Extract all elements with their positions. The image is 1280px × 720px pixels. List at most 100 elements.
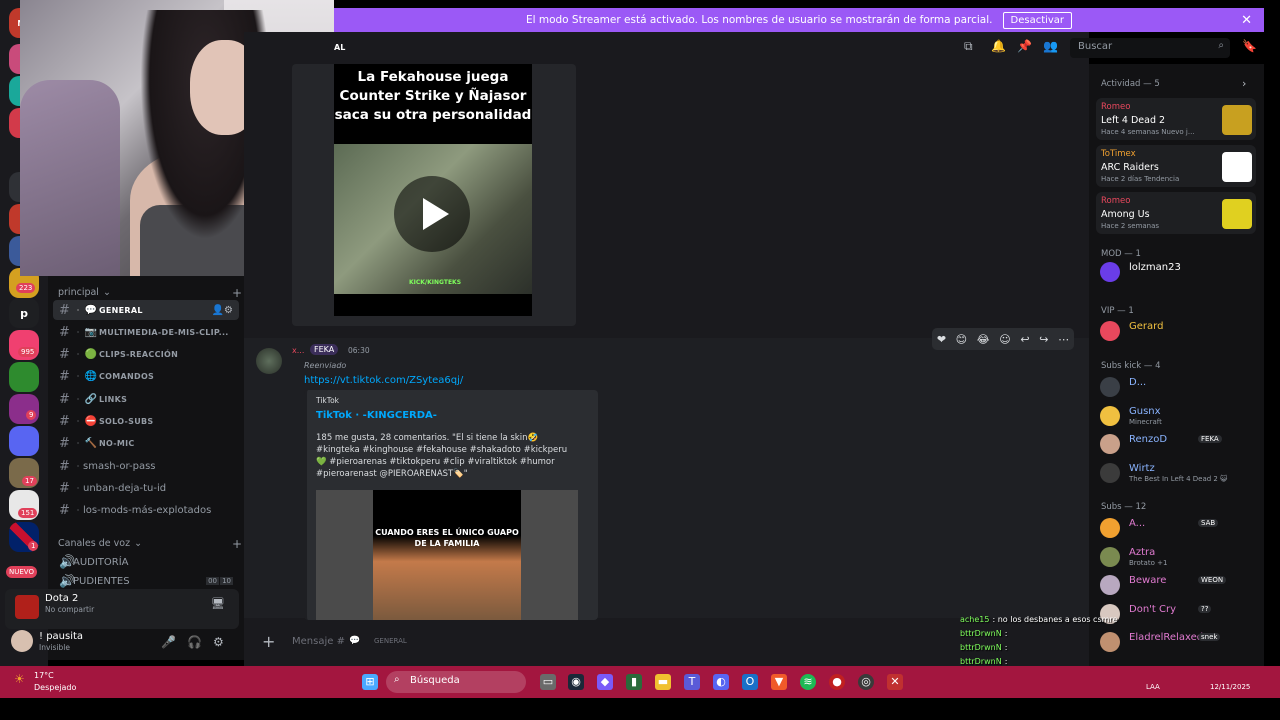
chevron-right-icon[interactable]: › — [1242, 77, 1246, 90]
forward-icon[interactable]: ↪ — [1039, 333, 1048, 346]
folder-icon[interactable]: ▬ — [655, 674, 671, 690]
channel-item[interactable]: # · 🟢 clips-reacción — [53, 345, 239, 365]
avatar[interactable] — [1100, 405, 1120, 426]
member-item[interactable]: Wirtz The Best In Left 4 Dead 2 😺 — [1098, 460, 1258, 486]
headphones-icon[interactable]: 🎧 — [187, 635, 202, 649]
member-item[interactable]: A... SAB — [1098, 515, 1258, 541]
activity-user[interactable]: ToTimex — [1101, 149, 1136, 159]
message-composer[interactable]: + Mensaje # 💬 GENERAL — [252, 624, 1082, 658]
steam-icon[interactable]: ◉ — [568, 674, 584, 690]
plus-icon[interactable]: + — [262, 632, 275, 651]
avatar[interactable] — [1100, 518, 1120, 538]
avatar[interactable] — [1100, 262, 1120, 282]
kick-subs-header: Subs kick — 4 — [1101, 361, 1161, 371]
spotify-icon[interactable]: ≋ — [800, 674, 816, 690]
screen-share-icon[interactable]: 🖥 — [211, 597, 225, 610]
add-channel-icon[interactable]: + — [232, 537, 242, 551]
add-reaction-icon[interactable]: ☺ — [999, 333, 1010, 346]
activity-card[interactable]: ToTimex ARC Raiders Hace 2 días Tendencia — [1096, 145, 1256, 187]
task-view-icon[interactable]: ▭ — [540, 674, 556, 690]
avatar[interactable] — [1100, 321, 1120, 341]
search-input[interactable]: Buscar ⌕ — [1070, 38, 1230, 58]
member-item[interactable]: RenzoD FEKA — [1098, 431, 1258, 457]
avatar[interactable] — [1100, 377, 1120, 397]
avatar[interactable] — [1100, 434, 1120, 454]
heart-reaction-icon[interactable]: ❤ — [937, 333, 946, 346]
mic-icon[interactable]: 🎤 — [161, 635, 176, 649]
member-item[interactable]: Aztra Brotato +1 — [1098, 544, 1258, 570]
unread-badge: 17 — [22, 476, 37, 486]
keyboard-layout[interactable]: LAA — [1146, 683, 1160, 691]
channel-item[interactable]: # · smash-or-pass — [53, 456, 239, 476]
add-channel-icon[interactable]: + — [232, 286, 242, 300]
outlook-icon[interactable]: O — [742, 674, 758, 690]
member-item[interactable]: Beware WEON — [1098, 572, 1258, 598]
avatar[interactable] — [11, 630, 33, 652]
server-icon[interactable] — [9, 394, 39, 424]
emoji-reaction-icon[interactable]: 😂 — [977, 333, 990, 346]
members-icon[interactable]: 👥 — [1043, 39, 1058, 53]
teams-icon[interactable]: T — [684, 674, 700, 690]
more-icon[interactable]: ⋯ — [1058, 333, 1069, 346]
app-icon[interactable]: ◆ — [597, 674, 613, 690]
deactivate-button[interactable]: Desactivar — [1002, 11, 1073, 29]
chat-user: ache15 — [960, 614, 990, 624]
inbox-icon[interactable]: 🔖 — [1242, 39, 1257, 53]
voice-channel[interactable]: 🔊 AUDITORÍA — [53, 552, 239, 572]
video-embed[interactable]: La Fekahouse juega Counter Strike y Ñaja… — [292, 64, 576, 326]
obs-icon[interactable]: ◎ — [858, 674, 874, 690]
channel-item[interactable]: # · 📷 multimedia-de-mis-clip... — [53, 322, 239, 342]
member-item[interactable]: Gusnx Minecraft — [1098, 403, 1258, 429]
app-icon[interactable]: ▮ — [626, 674, 642, 690]
server-icon[interactable] — [9, 426, 39, 456]
member-item[interactable]: lolzman23 — [1098, 259, 1258, 285]
channel-item[interactable]: # · unban-deja-tu-id — [53, 478, 239, 498]
server-icon-p[interactable]: p — [9, 298, 39, 328]
bell-icon[interactable]: 🔔 — [991, 39, 1006, 53]
channel-item[interactable]: # · los-mods-más-explotados — [53, 501, 239, 521]
voice-channel[interactable]: 🔊 PUDIENTES 00 10 — [53, 574, 239, 588]
discord-icon[interactable]: ◐ — [713, 674, 729, 690]
avatar[interactable] — [1100, 575, 1120, 595]
embed-thumbnail[interactable]: CUANDO ERES EL ÚNICO GUAPO DE LA FAMILIA — [316, 490, 578, 620]
app-icon[interactable]: ● — [829, 674, 845, 690]
channel-label: unban-deja-tu-id — [83, 482, 167, 494]
channel-item[interactable]: # · 💬 general 👤⚙ — [53, 300, 239, 320]
channel-item[interactable]: # · 🔗 links — [53, 389, 239, 409]
category-principal[interactable]: principal ⌄ + — [58, 286, 242, 300]
message-link[interactable]: https://vt.tiktok.com/ZSytea6qj/ — [304, 375, 463, 386]
gear-icon[interactable]: ⚙ — [213, 635, 224, 649]
video-thumbnail[interactable]: La Fekahouse juega Counter Strike y Ñaja… — [334, 64, 532, 316]
channel-emoji-icon: 🟢 — [84, 349, 98, 361]
windows-start-icon[interactable]: ⊞ — [362, 674, 378, 690]
unread-badge: 223 — [16, 283, 36, 293]
brave-icon[interactable]: ▼ — [771, 674, 787, 690]
play-icon[interactable] — [394, 176, 470, 252]
creeper-server-icon[interactable] — [9, 362, 39, 392]
threads-icon[interactable]: ⧉ — [964, 39, 973, 54]
activity-card[interactable]: Romeo Among Us Hace 2 semanas — [1096, 192, 1256, 234]
app-icon[interactable]: ✕ — [887, 674, 903, 690]
emoji-reaction-icon[interactable]: 😊 — [956, 333, 967, 346]
channel-item[interactable]: # · 🌐 comandos — [53, 367, 239, 387]
member-item[interactable]: Gerard — [1098, 318, 1258, 344]
member-item[interactable]: D... — [1098, 374, 1258, 400]
username[interactable]: ! pausita — [39, 631, 83, 642]
avatar[interactable] — [1100, 462, 1120, 483]
pin-icon[interactable]: 📌 — [1017, 39, 1032, 53]
channel-item[interactable]: # · ⛔ solo-subs — [53, 412, 239, 432]
avatar[interactable] — [1100, 546, 1120, 567]
avatar[interactable] — [256, 348, 282, 374]
activity-user[interactable]: Romeo — [1101, 196, 1130, 206]
activity-user[interactable]: Romeo — [1101, 102, 1130, 112]
embed-title[interactable]: TikTok · -KINGCERDA- — [316, 410, 437, 421]
close-icon[interactable]: ✕ — [1241, 13, 1252, 28]
channel-item[interactable]: # · 🔨 no-mic — [53, 434, 239, 454]
taskbar-search[interactable]: ⌕ Búsqueda — [386, 671, 526, 693]
channel-settings-icon[interactable]: 👤⚙ — [212, 305, 233, 316]
message-author[interactable]: x... — [292, 346, 304, 355]
activity-card[interactable]: Romeo Left 4 Dead 2 Hace 4 semanas Nuevo j… — [1096, 98, 1256, 140]
category-voice[interactable]: Canales de voz ⌄ + — [58, 537, 242, 551]
reply-icon[interactable]: ↩ — [1020, 333, 1029, 346]
date[interactable]: 12/11/2025 — [1210, 683, 1250, 691]
